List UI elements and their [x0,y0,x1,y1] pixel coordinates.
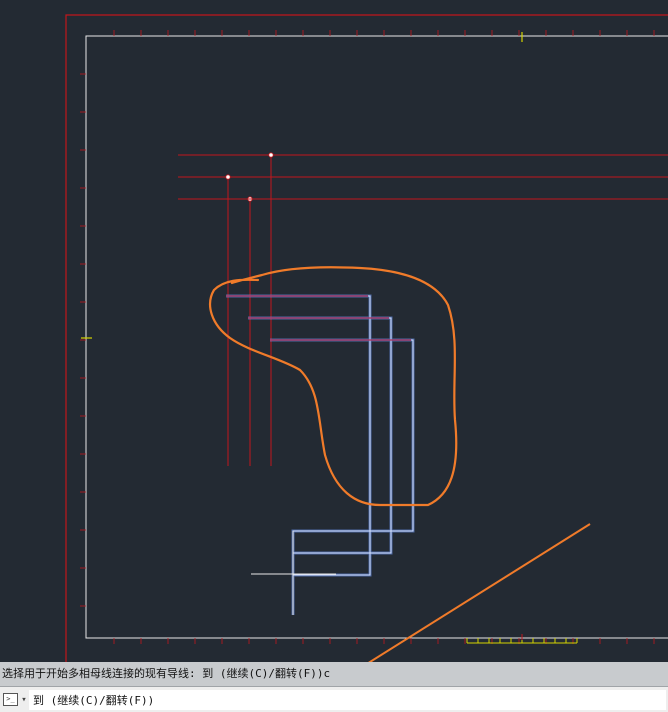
command-line-bar: >_ ▾ [0,686,668,712]
command-prompt-icon[interactable]: >_ [3,693,18,706]
annotation-highlight-loop [209,266,458,507]
cad-application: 选择用于开始多相母线连接的现有导线: 到 (继续(C)/翻转(F))c >_ ▾ [0,0,668,712]
bus-line-1 [226,295,371,576]
chevron-down-icon[interactable]: ▾ [19,695,29,705]
drawing-canvas[interactable] [0,0,668,662]
junction-dot [225,174,231,180]
horizontal-wires [178,154,668,200]
vertical-wires [227,155,272,466]
drawing-border [85,35,668,639]
junction-dot [268,152,274,158]
crosshair-cursor [251,531,336,615]
multiphase-bus[interactable] [226,294,415,615]
tee-markers [224,176,275,200]
command-input[interactable] [29,689,666,710]
command-history: 选择用于开始多相母线连接的现有导线: 到 (继续(C)/翻转(F))c [0,662,668,686]
